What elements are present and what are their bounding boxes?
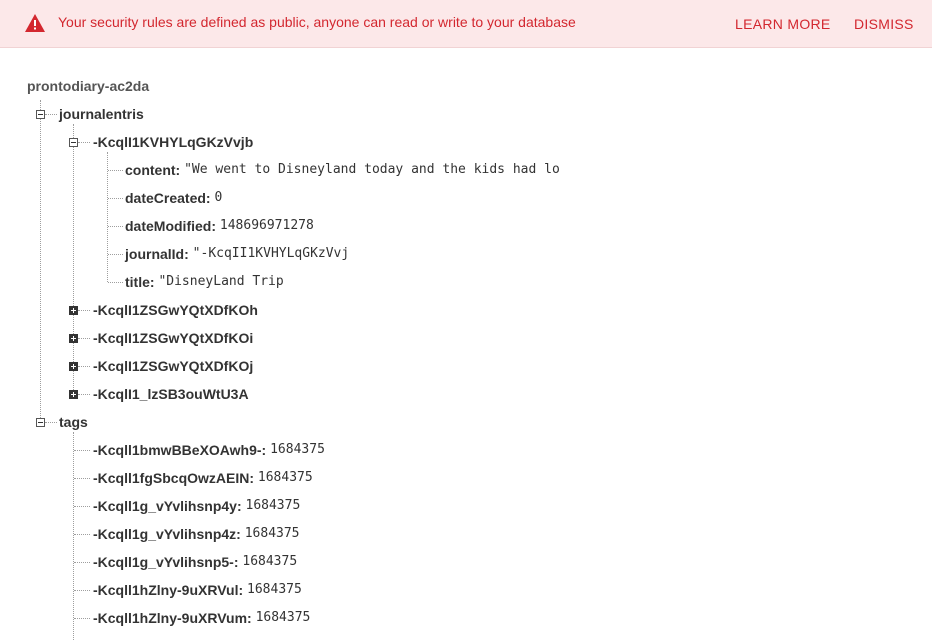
tag-row[interactable]: -Kcqll1fgSbcqOwzAEIN: 1684375 bbox=[93, 468, 320, 488]
node-journalentris[interactable]: journalentris bbox=[59, 104, 144, 124]
node-key: -KcqlI1KVHYLqGKzVvjb bbox=[93, 134, 254, 150]
node-key: journalentris bbox=[59, 106, 144, 122]
warning-icon bbox=[25, 14, 45, 32]
expand-toggle[interactable] bbox=[69, 390, 78, 399]
banner-message: Your security rules are defined as publi… bbox=[58, 14, 576, 30]
node-tags[interactable]: tags bbox=[59, 412, 88, 432]
field-row[interactable]: content: "We went to Disneyland today an… bbox=[125, 160, 586, 180]
node-entry-collapsed[interactable]: -KcqlI1ZSGwYQtXDfKOi bbox=[93, 328, 253, 348]
node-entry-collapsed[interactable]: -KcqlI1_lzSB3ouWtU3A bbox=[93, 384, 249, 404]
tag-row[interactable]: -Kcqll1g_vYvlihsnp4y: 1684375 bbox=[93, 496, 308, 516]
field-row[interactable]: title: "DisneyLand Trip bbox=[125, 272, 290, 292]
tag-row[interactable]: -Kcqll1g_vYvlihsnp4z: 1684375 bbox=[93, 524, 307, 544]
dismiss-button[interactable]: DISMISS bbox=[854, 16, 914, 32]
node-entry-collapsed[interactable]: -KcqlI1ZSGwYQtXDfKOh bbox=[93, 300, 258, 320]
node-entry-expanded[interactable]: -KcqlI1KVHYLqGKzVvjb bbox=[93, 132, 253, 152]
expand-toggle[interactable] bbox=[69, 362, 78, 371]
collapse-toggle-entry[interactable] bbox=[69, 138, 78, 147]
tag-row[interactable]: -Kcqll1bmwBBeXOAwh9-: 1684375 bbox=[93, 440, 332, 460]
security-warning-banner: Your security rules are defined as publi… bbox=[0, 0, 932, 48]
expand-toggle[interactable] bbox=[69, 334, 78, 343]
root-key: prontodiary-ac2da bbox=[27, 78, 150, 94]
learn-more-button[interactable]: LEARN MORE bbox=[735, 16, 831, 32]
tree-root[interactable]: prontodiary-ac2da bbox=[27, 76, 149, 96]
tag-row[interactable]: -Kcqll1hZlny-9uXRVum: 1684375 bbox=[93, 608, 318, 628]
field-row[interactable]: dateCreated: 0 bbox=[125, 188, 222, 208]
collapse-toggle-journal[interactable] bbox=[36, 110, 45, 119]
tag-row[interactable]: -Kcqll1g_vYvlihsnp5-: 1684375 bbox=[93, 552, 304, 572]
tag-row[interactable]: -Kcqll1hZlny-9uXRVul: 1684375 bbox=[93, 580, 309, 600]
tree-connector bbox=[40, 100, 41, 422]
collapse-toggle-tags[interactable] bbox=[36, 418, 45, 427]
field-row[interactable]: dateModified: 148696971278 bbox=[125, 216, 314, 236]
expand-toggle[interactable] bbox=[69, 306, 78, 315]
database-tree: prontodiary-ac2da journalentris -KcqlI1K… bbox=[0, 48, 932, 640]
node-entry-collapsed[interactable]: -KcqlI1ZSGwYQtXDfKOj bbox=[93, 356, 253, 376]
field-row[interactable]: journalId: "-KcqII1KVHYLqGKzVvj bbox=[125, 244, 349, 264]
